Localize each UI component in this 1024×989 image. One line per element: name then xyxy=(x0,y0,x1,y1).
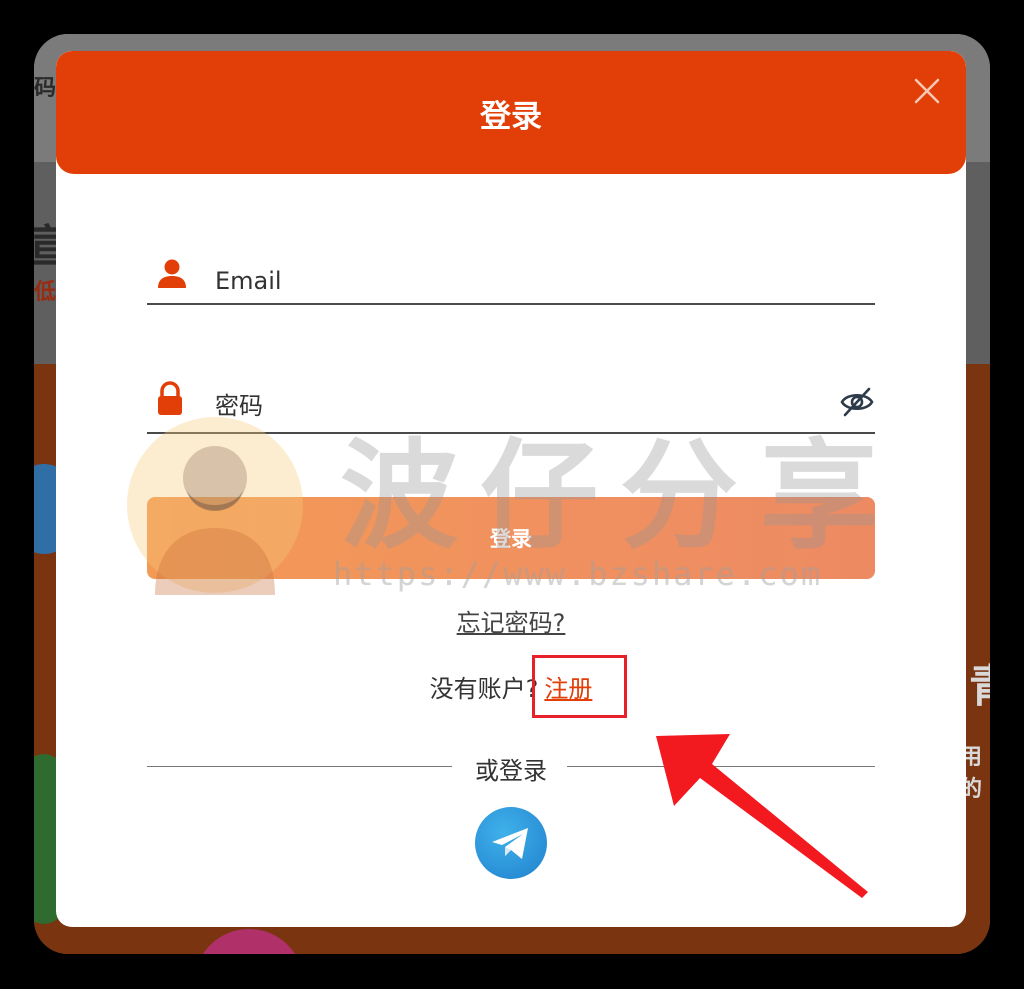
login-button[interactable]: 登录 xyxy=(147,497,875,579)
password-input[interactable] xyxy=(213,386,777,426)
eye-slash-icon xyxy=(840,387,874,417)
or-login-label: 或登录 xyxy=(475,757,547,785)
background-text-fragment: 码 xyxy=(34,76,57,101)
telegram-icon xyxy=(492,828,528,859)
background-text-fragment: 青 xyxy=(969,650,990,714)
show-password-toggle[interactable] xyxy=(839,384,875,420)
signup-row: 没有账户? 注册 xyxy=(56,669,966,704)
close-button[interactable] xyxy=(912,76,942,106)
telegram-login-button[interactable] xyxy=(475,807,547,879)
password-field xyxy=(147,376,875,434)
user-icon xyxy=(155,257,189,295)
login-modal: 登录 Email 登录 忘记密码? 没有账户? 注册 或登录 xyxy=(56,51,966,927)
close-icon xyxy=(914,78,940,104)
forgot-password-row: 忘记密码? xyxy=(56,603,966,638)
modal-header: 登录 xyxy=(56,51,966,174)
lock-icon xyxy=(155,381,185,421)
email-field xyxy=(147,251,875,305)
modal-title: 登录 xyxy=(480,99,542,135)
annotation-highlight-box xyxy=(532,655,627,718)
forgot-password-link[interactable]: 忘记密码? xyxy=(457,609,566,637)
email-input[interactable] xyxy=(213,261,777,301)
signup-prompt: 没有账户? xyxy=(429,675,539,703)
